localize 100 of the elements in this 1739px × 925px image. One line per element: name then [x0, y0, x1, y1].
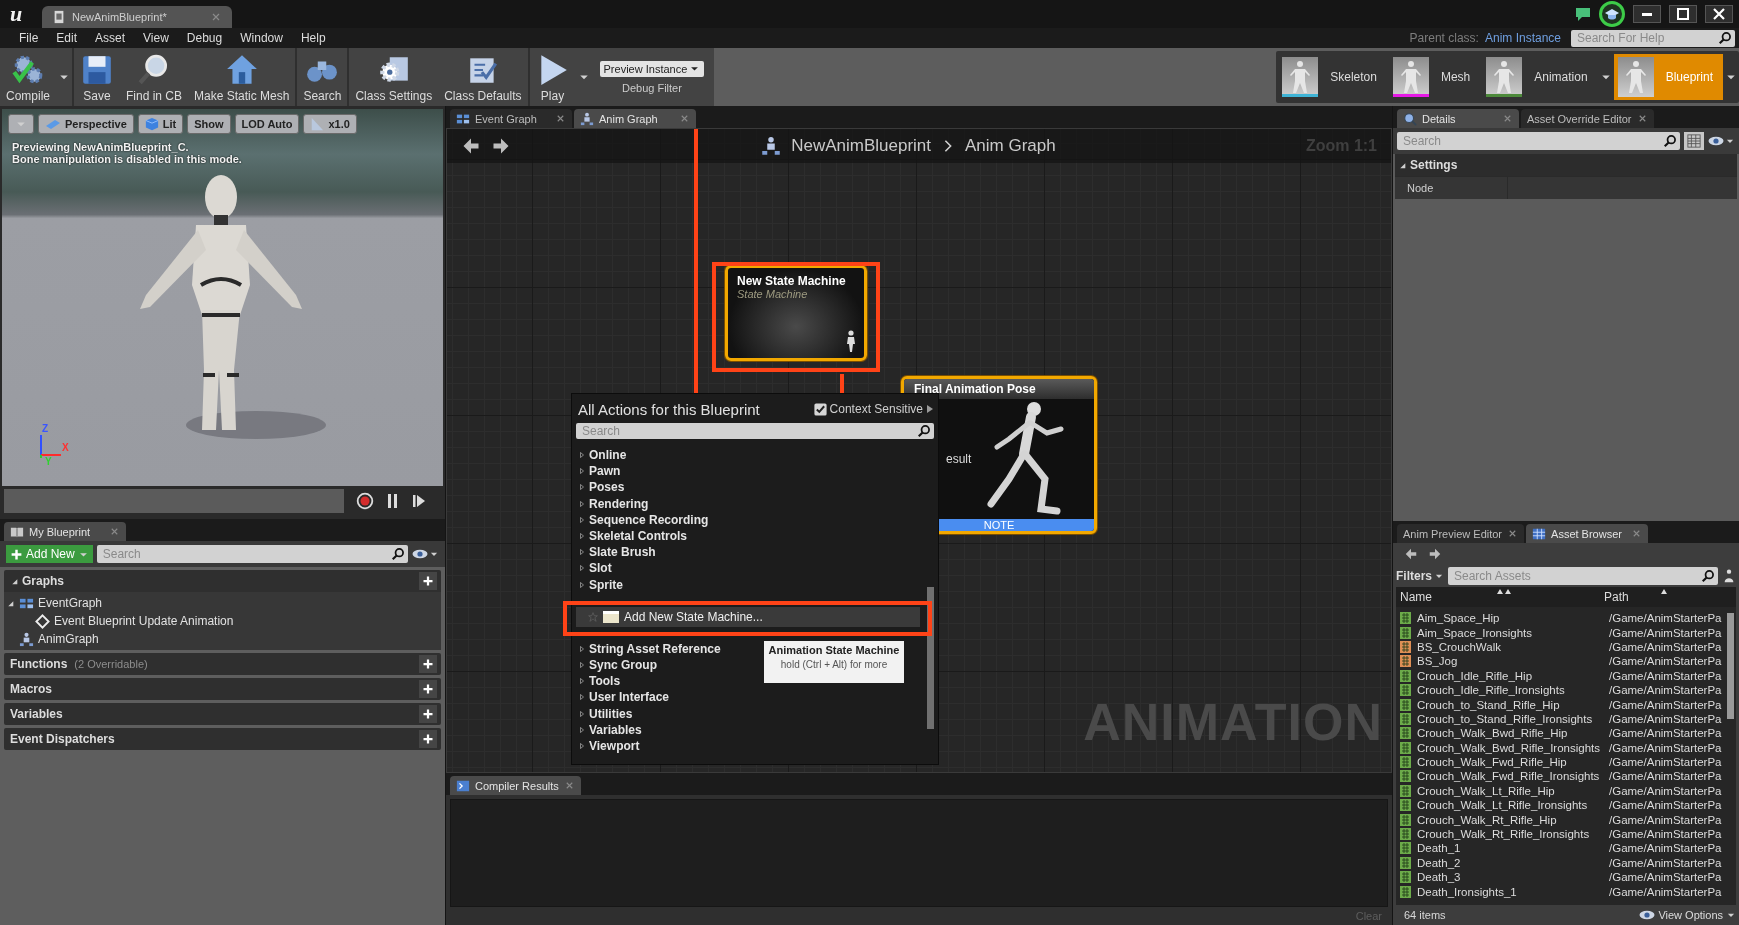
asset-row[interactable]: BS_Jog /Game/AnimStarterPa	[1396, 654, 1736, 669]
property-matrix-button[interactable]	[1684, 132, 1704, 150]
asset-row[interactable]: Crouch_Walk_Bwd_Rifle_Ironsights /Game/AnimStarterPa	[1396, 740, 1736, 755]
forward-arrow-icon[interactable]	[1428, 547, 1442, 561]
asset-row[interactable]: Death_Ironsights_1 /Game/AnimStarterPa	[1396, 884, 1736, 899]
menu-category[interactable]: Tools	[576, 673, 934, 690]
panel-tab[interactable]: Compiler Results	[450, 776, 581, 795]
search-field[interactable]: Search Assets	[1448, 567, 1718, 585]
toolbar-button[interactable]: Save	[74, 48, 120, 106]
help-search-field[interactable]: Search For Help	[1571, 29, 1735, 47]
state-machine-node[interactable]: New State Machine State Machine	[725, 265, 867, 361]
scrollbar-thumb[interactable]	[1727, 613, 1734, 719]
column-header[interactable]: Path	[1600, 590, 1736, 604]
asset-row[interactable]: Aim_Space_Ironsights /Game/AnimStarterPa	[1396, 625, 1736, 640]
panel-tab[interactable]: Details	[1397, 109, 1519, 128]
search-field[interactable]: Search	[576, 423, 934, 439]
panel-tab[interactable]: Asset Override Editor	[1521, 109, 1654, 128]
section-header[interactable]: Variables	[4, 703, 441, 725]
asset-row[interactable]: Death_2 /Game/AnimStarterPa	[1396, 855, 1736, 871]
asset-row[interactable]: Crouch_Walk_Lt_Rifle_Ironsights /Game/AnimStarterPa	[1396, 798, 1736, 813]
viewport-button[interactable]: Show	[187, 114, 231, 134]
tree-item[interactable]: Event Blueprint Update Animation	[54, 614, 234, 628]
scrollbar-thumb[interactable]	[927, 587, 934, 729]
asset-row[interactable]: Crouch_Walk_Rt_Rifle_Ironsights /Game/AnimStarterPa	[1396, 826, 1736, 842]
asset-row[interactable]: Crouch_Walk_Rt_Rifle_Hip /Game/AnimStarterPa	[1396, 812, 1736, 827]
asset-row[interactable]: BS_CrouchWalk /Game/AnimStarterPa	[1396, 639, 1736, 655]
menu-action[interactable]: Add New State Machine...	[576, 606, 920, 627]
panel-tab[interactable]: My Blueprint	[4, 522, 126, 541]
document-tab[interactable]: NewAnimBlueprint*	[42, 6, 232, 28]
toolbar-button[interactable]: Play	[529, 48, 576, 106]
person-icon[interactable]	[1722, 569, 1736, 583]
column-header[interactable]: Name	[1396, 590, 1600, 604]
panel-tab[interactable]: Asset Browser	[1526, 524, 1649, 543]
mode-button[interactable]: Animation	[1482, 54, 1598, 100]
menu-category[interactable]: Sprite	[576, 576, 934, 593]
toolbar-button[interactable]: Find in CB	[120, 48, 189, 106]
asset-row[interactable]: Crouch_Walk_Fwd_Rifle_Ironsights /Game/AnimStarterPa	[1396, 769, 1736, 784]
tree-item[interactable]: EventGraph	[38, 596, 103, 610]
menu-category[interactable]: Slate Brush	[576, 544, 934, 561]
viewport-button[interactable]: Perspective	[38, 114, 134, 134]
close-button[interactable]	[1705, 5, 1733, 23]
viewport-button[interactable]: Lit	[137, 114, 184, 134]
viewport-menu-button[interactable]	[8, 114, 34, 134]
filters-button[interactable]: Filters	[1396, 569, 1444, 583]
back-arrow-icon[interactable]	[461, 136, 481, 156]
toolbar-button[interactable]: Compile	[0, 48, 56, 106]
section-header[interactable]: Settings	[1395, 154, 1737, 176]
asset-row[interactable]: Death_3 /Game/AnimStarterPa	[1396, 870, 1736, 885]
maximize-button[interactable]	[1669, 5, 1697, 23]
add-button[interactable]	[419, 705, 437, 723]
context-sensitive-checkbox[interactable]: Context Sensitive	[813, 402, 934, 416]
toolbar-button[interactable]: Make Static Mesh	[188, 48, 296, 106]
graduation-cap-icon[interactable]	[1604, 6, 1620, 22]
view-options-button[interactable]: View Options	[1639, 907, 1736, 923]
menu-item[interactable]: Edit	[47, 31, 87, 45]
menu-item[interactable]: View	[134, 31, 178, 45]
search-field[interactable]: Search	[1397, 132, 1680, 150]
asset-row[interactable]: Crouch_Walk_Fwd_Rifle_Hip /Game/AnimStarterPa	[1396, 754, 1736, 770]
add-button[interactable]	[419, 730, 437, 748]
pause-button[interactable]	[386, 492, 400, 510]
step-forward-button[interactable]	[412, 492, 426, 510]
viewport-button[interactable]: x1.0	[303, 114, 357, 134]
search-field[interactable]: Search	[96, 545, 408, 563]
toolbar-button[interactable]: Class Defaults	[438, 48, 528, 106]
asset-row[interactable]: Crouch_Walk_Lt_Rifle_Hip /Game/AnimStarterPa	[1396, 783, 1736, 799]
back-arrow-icon[interactable]	[1404, 547, 1418, 561]
parent-class-link[interactable]: Anim Instance	[1484, 31, 1561, 45]
add-button[interactable]	[419, 655, 437, 673]
asset-row[interactable]: Crouch_Idle_Rifle_Ironsights /Game/AnimStarterPa	[1396, 682, 1736, 698]
menu-item[interactable]: Debug	[177, 31, 232, 45]
mode-button[interactable]: Skeleton	[1278, 54, 1387, 100]
asset-row[interactable]: Crouch_Idle_Rifle_Hip /Game/AnimStarterPa	[1396, 668, 1736, 683]
menu-item[interactable]: Asset	[86, 31, 135, 45]
asset-row[interactable]: Death_1 /Game/AnimStarterPa	[1396, 841, 1736, 856]
toolbar-button[interactable]: Class Settings	[349, 48, 439, 106]
breadcrumb-link[interactable]: NewAnimBlueprint	[791, 136, 931, 156]
section-header[interactable]: Graphs	[4, 570, 441, 592]
forward-arrow-icon[interactable]	[491, 136, 511, 156]
record-button[interactable]	[356, 492, 374, 510]
section-header[interactable]: Macros	[4, 678, 441, 700]
asset-row[interactable]: Aim_Space_Hip /Game/AnimStarterPa	[1396, 611, 1736, 626]
asset-row[interactable]: Crouch_Walk_Bwd_Rifle_Hip /Game/AnimStarterPa	[1396, 726, 1736, 741]
mode-button[interactable]: Mesh	[1388, 54, 1481, 100]
minimize-button[interactable]	[1633, 5, 1661, 23]
debug-filter-dropdown[interactable]: Preview Instance	[599, 60, 705, 77]
panel-tab[interactable]: Anim Graph	[574, 109, 696, 128]
section-header[interactable]: Event Dispatchers	[4, 728, 441, 750]
toolbar-button[interactable]: Search	[297, 48, 348, 106]
menu-category[interactable]: User Interface	[576, 689, 934, 706]
section-header[interactable]: Functions (2 Overridable)	[4, 653, 441, 675]
panel-tab[interactable]: Event Graph	[450, 109, 572, 128]
menu-item[interactable]: Window	[231, 31, 292, 45]
viewport-button[interactable]: LOD Auto	[234, 114, 300, 134]
menu-item[interactable]: File	[10, 31, 48, 45]
asset-row[interactable]: Crouch_to_Stand_Rifle_Hip /Game/AnimStarterPa	[1396, 697, 1736, 712]
menu-item[interactable]: Help	[291, 31, 335, 45]
tree-item[interactable]: AnimGraph	[38, 632, 99, 646]
speech-bubble-icon[interactable]	[1575, 6, 1591, 22]
add-new-button[interactable]: Add New	[6, 545, 93, 563]
menu-category[interactable]: Utilities	[576, 705, 934, 722]
